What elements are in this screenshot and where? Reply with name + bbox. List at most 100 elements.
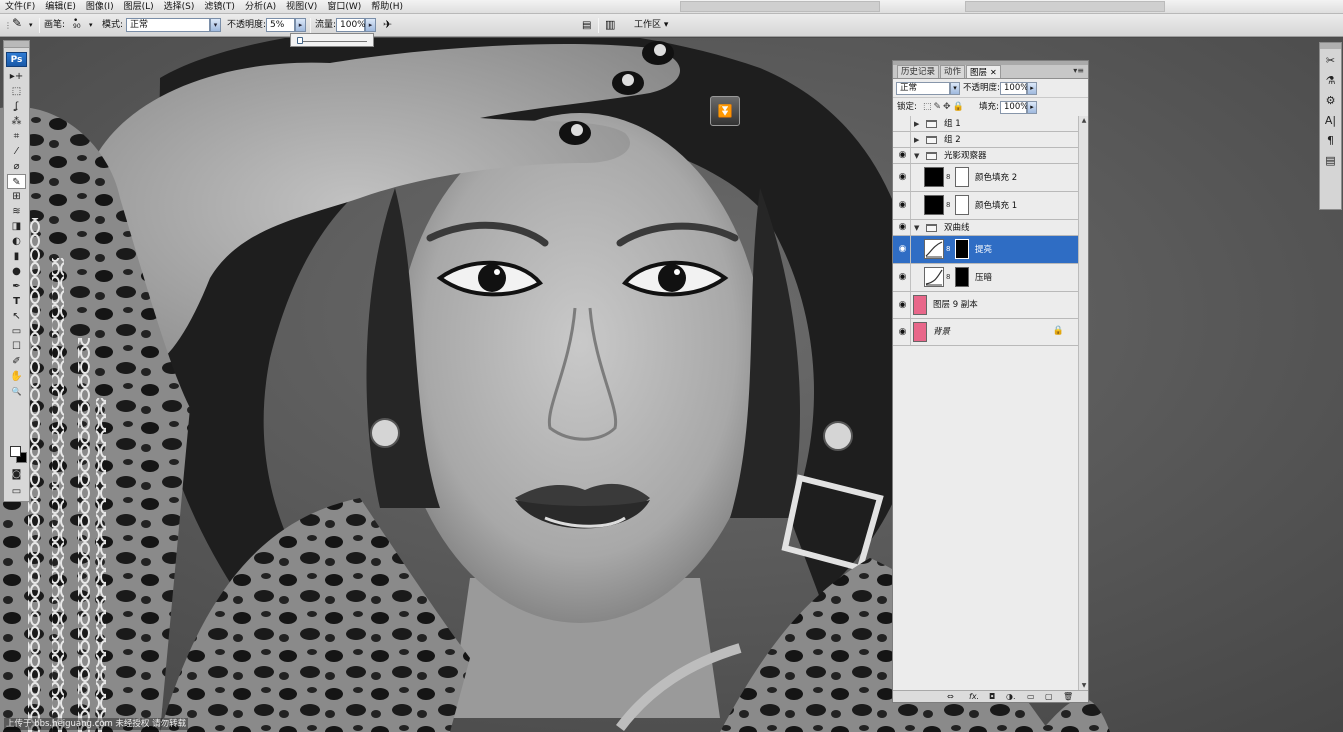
eye-icon[interactable]: ◉ — [896, 149, 909, 162]
quick-mask-icon[interactable]: ◙ — [7, 467, 26, 482]
collapse-arrow-icon[interactable]: ▼ — [914, 222, 919, 234]
airbrush-icon[interactable]: ✈ — [383, 17, 392, 32]
menu-analysis[interactable]: 分析(A) — [240, 0, 281, 14]
path-selection-tool-icon[interactable]: ↖ — [7, 309, 26, 324]
eye-icon[interactable]: ◉ — [896, 171, 909, 184]
eye-icon[interactable]: ◉ — [896, 271, 909, 284]
tool-preset-arrow-icon[interactable]: ▾ — [29, 18, 33, 33]
menu-edit[interactable]: 编辑(E) — [40, 0, 81, 14]
delete-layer-icon[interactable]: 🗑 — [1063, 691, 1073, 703]
new-group-icon[interactable]: ▭ — [1027, 691, 1035, 703]
zoom-tool-icon[interactable]: 🔍 — [7, 384, 26, 399]
opacity-slider-knob[interactable] — [297, 37, 303, 44]
collapse-panels-icon[interactable]: ⏬ — [710, 96, 740, 126]
scroll-up-icon[interactable]: ▲ — [1079, 116, 1089, 126]
visibility-box[interactable] — [910, 264, 911, 291]
mask-thumbnail[interactable] — [955, 167, 969, 187]
blend-mode-select[interactable]: 正常 — [896, 82, 950, 95]
expand-arrow-icon[interactable]: ▶ — [914, 118, 919, 130]
brush-tool-icon[interactable]: ✎ — [12, 16, 22, 31]
link-icon[interactable]: 8 — [946, 195, 950, 215]
link-icon[interactable]: 8 — [946, 167, 950, 187]
mask-thumbnail[interactable] — [955, 195, 969, 215]
eyedropper-tool-icon[interactable]: ✐ — [7, 354, 26, 369]
tab-history[interactable]: 历史记录 — [897, 65, 940, 78]
eye-icon[interactable]: ◉ — [896, 221, 909, 234]
visibility-box[interactable] — [910, 319, 911, 345]
document-canvas[interactable]: ⏬ — [0, 38, 1343, 732]
hand-tool-icon[interactable]: ✋ — [7, 369, 26, 384]
menu-select[interactable]: 选择(S) — [159, 0, 200, 14]
opacity-input[interactable]: 5% — [266, 18, 295, 32]
menu-image[interactable]: 图像(I) — [81, 0, 119, 14]
lasso-tool-icon[interactable]: ʆ — [7, 99, 26, 114]
type-tool-icon[interactable]: T — [7, 294, 26, 309]
eraser-tool-icon[interactable]: ◨ — [7, 219, 26, 234]
photoshop-logo[interactable]: Ps — [6, 52, 27, 67]
visibility-box[interactable] — [910, 116, 911, 131]
visibility-box[interactable] — [910, 132, 911, 147]
layer-comps-panel-icon[interactable]: ▤ — [1322, 153, 1339, 169]
history-brush-tool-icon[interactable]: ≋ — [7, 204, 26, 219]
fill-arrow-icon[interactable]: ▸ — [1027, 101, 1037, 114]
menu-layer[interactable]: 图层(L) — [119, 0, 159, 14]
document-tab-strip[interactable] — [680, 1, 880, 12]
eye-icon[interactable]: ◉ — [896, 243, 909, 256]
brushes-panel-icon[interactable]: ⚗ — [1322, 73, 1339, 89]
eye-icon[interactable]: ◉ — [896, 326, 909, 339]
eye-icon[interactable]: ◉ — [896, 199, 909, 212]
pen-tool-icon[interactable]: ✒ — [7, 279, 26, 294]
mask-thumbnail[interactable] — [955, 267, 969, 287]
visibility-box[interactable] — [910, 164, 911, 191]
layer-opacity-arrow-icon[interactable]: ▸ — [1027, 82, 1037, 95]
crop-tool-icon[interactable]: ⌗ — [7, 129, 26, 144]
document-icon[interactable]: ▤ — [582, 18, 591, 33]
eye-icon[interactable]: ◉ — [896, 299, 909, 312]
flow-input[interactable]: 100% — [336, 18, 366, 32]
menu-window[interactable]: 窗口(W) — [322, 0, 366, 14]
brush-tool-icon[interactable]: ✎ — [7, 174, 26, 189]
menu-filter[interactable]: 滤镜(T) — [199, 0, 240, 14]
move-tool-icon[interactable]: ▸+ — [7, 69, 26, 84]
layer-row-layer-9-copy[interactable]: ◉ 图层 9 副本 — [893, 292, 1078, 319]
opacity-slider-track[interactable] — [297, 41, 367, 42]
layer-row-group-2[interactable]: ▶ 组 2 — [893, 132, 1078, 148]
bridge-icon[interactable]: ▥ — [605, 17, 615, 32]
clone-stamp-tool-icon[interactable]: ⊞ — [7, 189, 26, 204]
notes-tool-icon[interactable]: ☐ — [7, 339, 26, 354]
mode-dropdown-arrow-icon[interactable]: ▾ — [210, 18, 221, 32]
layer-row-brighten[interactable]: ◉ 8 提亮 — [893, 236, 1078, 264]
blend-mode-arrow-icon[interactable]: ▾ — [950, 82, 960, 95]
lock-options-icon[interactable]: ⬚✎✥🔒 — [923, 101, 966, 114]
tab-layers[interactable]: 图层 ✕ — [966, 65, 1001, 78]
add-mask-icon[interactable]: ◘ — [989, 691, 995, 703]
fill-input[interactable]: 100% — [1000, 101, 1028, 114]
layer-row-group-1[interactable]: ▶ 组 1 — [893, 116, 1078, 132]
layer-opacity-input[interactable]: 100% — [1000, 82, 1028, 95]
layer-row-color-fill-1[interactable]: ◉ 8 颜色填充 1 — [893, 192, 1078, 220]
layer-row-background[interactable]: ◉ 背景 🔒 — [893, 319, 1078, 346]
layer-row-color-fill-2[interactable]: ◉ 8 颜色填充 2 — [893, 164, 1078, 192]
character-panel-icon[interactable]: A| — [1322, 113, 1339, 129]
expand-arrow-icon[interactable]: ▶ — [914, 134, 919, 146]
visibility-box[interactable] — [910, 192, 911, 219]
healing-brush-tool-icon[interactable]: ⌀ — [7, 159, 26, 174]
mask-thumbnail[interactable] — [955, 239, 969, 259]
tab-actions[interactable]: 动作 — [940, 65, 966, 78]
layers-scrollbar[interactable]: ▲ ▼ — [1078, 116, 1088, 691]
new-layer-icon[interactable]: ▢ — [1045, 691, 1053, 703]
mode-select[interactable]: 正常 — [126, 18, 210, 32]
dock-grip[interactable] — [1320, 43, 1341, 49]
slice-tool-icon[interactable]: ⁄ — [7, 144, 26, 159]
visibility-box[interactable] — [910, 236, 911, 263]
adjustment-layer-icon[interactable]: ◑. — [1006, 691, 1016, 703]
dodge-tool-icon[interactable]: ● — [7, 264, 26, 279]
magic-wand-tool-icon[interactable]: ⁂ — [7, 114, 26, 129]
layer-row-light-observer[interactable]: ◉ ▼ 光影观察器 — [893, 148, 1078, 164]
screen-mode-icon[interactable]: ▭ — [7, 484, 26, 499]
visibility-box[interactable] — [910, 220, 911, 235]
layer-style-icon[interactable]: fx. — [969, 691, 979, 703]
layer-row-darken[interactable]: ◉ 8 压暗 — [893, 264, 1078, 292]
marquee-tool-icon[interactable]: ⬚ — [7, 84, 26, 99]
panel-menu-icon[interactable]: ▾≡ — [1073, 66, 1084, 75]
